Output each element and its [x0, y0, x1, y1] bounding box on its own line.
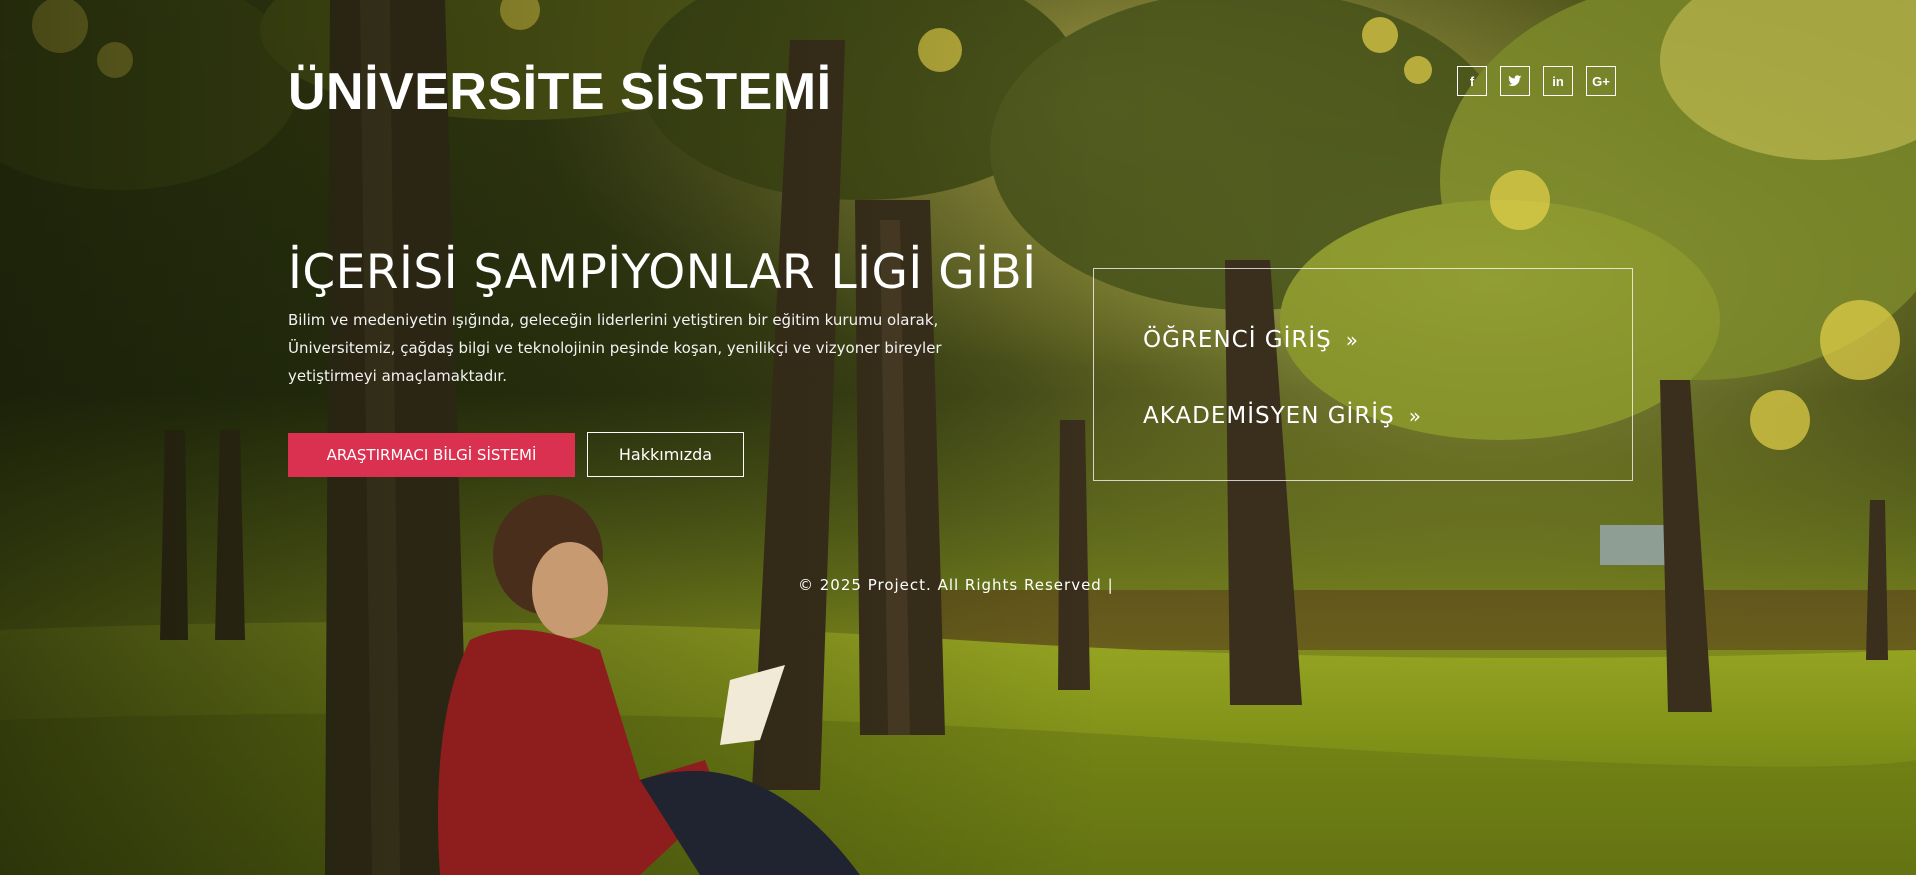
academic-login-label: AKADEMİSYEN GİRİŞ: [1143, 403, 1395, 429]
academic-login-link[interactable]: AKADEMİSYEN GİRİŞ »: [1143, 403, 1422, 429]
chevron-right-icon: »: [1345, 328, 1360, 352]
student-login-label: ÖĞRENCİ GİRİŞ: [1143, 327, 1332, 353]
twitter-icon[interactable]: [1500, 66, 1530, 96]
copyright-footer: © 2025 Project. All Rights Reserved |: [798, 576, 1114, 594]
twitter-bird-glyph: [1508, 75, 1522, 86]
about-button[interactable]: Hakkımızda: [587, 432, 744, 477]
site-title[interactable]: ÜNİVERSİTE SİSTEMİ: [288, 66, 832, 118]
chevron-right-icon: »: [1408, 404, 1422, 428]
hero-headline: İÇERİSİ ŞAMPİYONLAR LİGİ GİBİ: [288, 245, 1037, 301]
description-line: Bilim ve medeniyetin ışığında, geleceğin…: [288, 311, 939, 329]
description-line: Üniversitemiz, çağdaş bilgi ve teknoloji…: [288, 339, 942, 357]
facebook-icon[interactable]: f: [1457, 66, 1487, 96]
login-panel: ÖĞRENCİ GİRİŞ » AKADEMİSYEN GİRİŞ »: [1093, 268, 1633, 481]
hero-description: Bilim ve medeniyetin ışığında, geleceğin…: [288, 306, 988, 390]
student-login-link[interactable]: ÖĞRENCİ GİRİŞ »: [1143, 327, 1359, 353]
research-info-system-button[interactable]: ARAŞTIRMACI BİLGİ SİSTEMİ: [288, 433, 575, 477]
dev-label: dev: [0, 48, 24, 63]
hero-stage: dev ÜNİVERSİTE SİSTEMİ f in G+ İÇERİSİ Ş…: [0, 0, 1916, 875]
google-plus-icon[interactable]: G+: [1586, 66, 1616, 96]
social-links: f in G+: [1457, 66, 1616, 96]
linkedin-icon[interactable]: in: [1543, 66, 1573, 96]
description-line: yetiştirmeyi amaçlamaktadır.: [288, 367, 507, 385]
